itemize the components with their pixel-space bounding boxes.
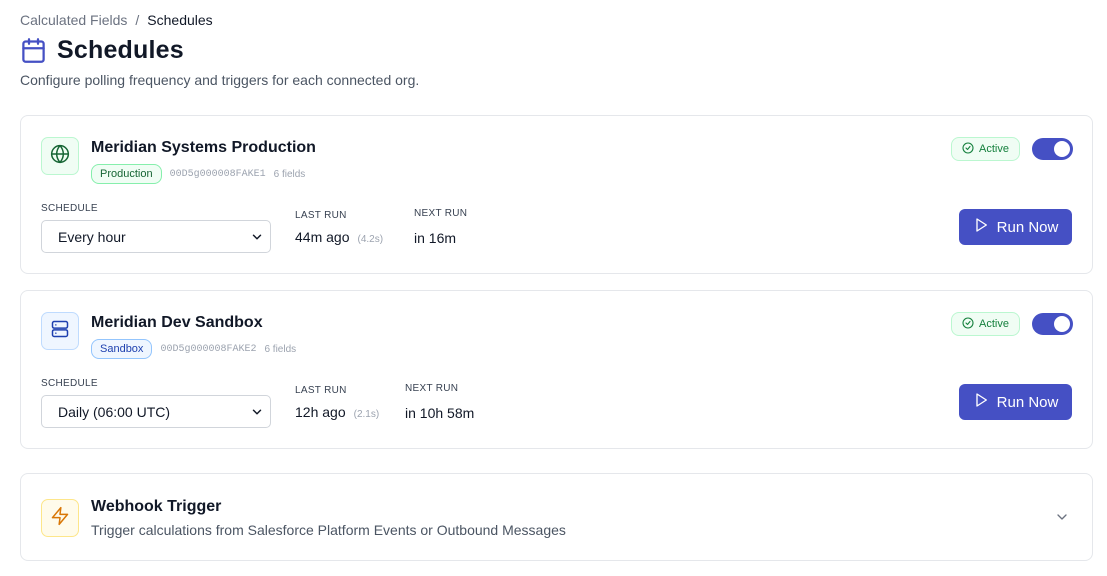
org-id: 00D5g000008FAKE2	[160, 343, 257, 355]
org-icon-container	[41, 312, 79, 350]
lightning-icon	[50, 506, 70, 531]
last-run: 44m ago (4.2s)	[295, 229, 383, 245]
breadcrumb-separator: /	[135, 12, 140, 28]
last-run-duration: (2.1s)	[353, 409, 380, 420]
run-now-button[interactable]: Run Now	[959, 209, 1072, 245]
chevron-down-icon	[250, 230, 264, 247]
last-run-label: LAST RUN	[295, 385, 347, 396]
run-now-label: Run Now	[996, 393, 1059, 411]
run-now-button[interactable]: Run Now	[959, 384, 1072, 420]
env-badge: Production	[91, 164, 162, 184]
next-run-label: NEXT RUN	[414, 208, 468, 219]
check-circle-icon	[962, 316, 974, 332]
schedule-select[interactable]: Every hour	[41, 220, 271, 253]
env-badge: Sandbox	[91, 339, 153, 359]
next-run-value: in 10h 58m	[405, 405, 475, 421]
status-label: Active	[979, 143, 1009, 155]
page-title: Schedules	[57, 36, 184, 64]
calendar-icon	[20, 37, 47, 64]
org-meta: Sandbox 00D5g000008FAKE2 6 fields	[91, 339, 296, 359]
run-now-label: Run Now	[996, 218, 1059, 236]
org-meta: Production 00D5g000008FAKE1 6 fields	[91, 164, 305, 184]
last-run: 12h ago (2.1s)	[295, 404, 379, 420]
toggle-knob	[1054, 141, 1070, 157]
play-icon	[973, 392, 989, 412]
last-run-duration: (4.2s)	[357, 234, 384, 245]
org-card-production: Meridian Systems Production Production 0…	[20, 115, 1093, 274]
next-run: in 10h 58m	[405, 405, 474, 421]
page-subtitle: Configure polling frequency and triggers…	[20, 72, 420, 88]
server-icon	[50, 319, 70, 344]
last-run-label: LAST RUN	[295, 210, 347, 221]
breadcrumb-current: Schedules	[147, 12, 213, 28]
breadcrumb: Calculated Fields / Schedules	[20, 12, 213, 28]
webhook-title: Webhook Trigger	[91, 498, 222, 515]
chevron-down-icon[interactable]	[1054, 509, 1070, 530]
globe-icon	[50, 144, 70, 169]
page-header: Schedules	[20, 36, 184, 65]
next-run: in 16m	[414, 230, 456, 246]
org-card-sandbox: Meridian Dev Sandbox Sandbox 00D5g000008…	[20, 290, 1093, 449]
webhook-trigger-card[interactable]: Webhook Trigger Trigger calculations fro…	[20, 473, 1093, 561]
chevron-down-icon	[250, 405, 264, 422]
org-icon-container	[41, 137, 79, 175]
next-run-label: NEXT RUN	[405, 383, 459, 394]
schedule-select[interactable]: Daily (06:00 UTC)	[41, 395, 271, 428]
status-badge: Active	[951, 312, 1020, 336]
org-name: Meridian Systems Production	[91, 139, 316, 156]
org-name: Meridian Dev Sandbox	[91, 314, 263, 331]
status-label: Active	[979, 318, 1009, 330]
webhook-icon-container	[41, 499, 79, 537]
status-badge: Active	[951, 137, 1020, 161]
next-run-value: in 16m	[414, 230, 457, 246]
org-id: 00D5g000008FAKE1	[169, 168, 266, 180]
check-circle-icon	[962, 141, 974, 157]
schedule-label: SCHEDULE	[41, 378, 98, 389]
toggle-knob	[1054, 316, 1070, 332]
field-count: 6 fields	[264, 343, 297, 355]
field-count: 6 fields	[273, 168, 306, 180]
enabled-toggle[interactable]	[1032, 313, 1073, 335]
enabled-toggle[interactable]	[1032, 138, 1073, 160]
last-run-value: 44m ago	[295, 229, 350, 245]
webhook-description: Trigger calculations from Salesforce Pla…	[91, 522, 566, 538]
schedule-value: Every hour	[58, 228, 126, 245]
play-icon	[973, 217, 989, 237]
breadcrumb-parent-link[interactable]: Calculated Fields	[20, 12, 127, 28]
schedule-value: Daily (06:00 UTC)	[58, 403, 171, 420]
last-run-value: 12h ago	[295, 404, 346, 420]
schedule-label: SCHEDULE	[41, 203, 98, 214]
